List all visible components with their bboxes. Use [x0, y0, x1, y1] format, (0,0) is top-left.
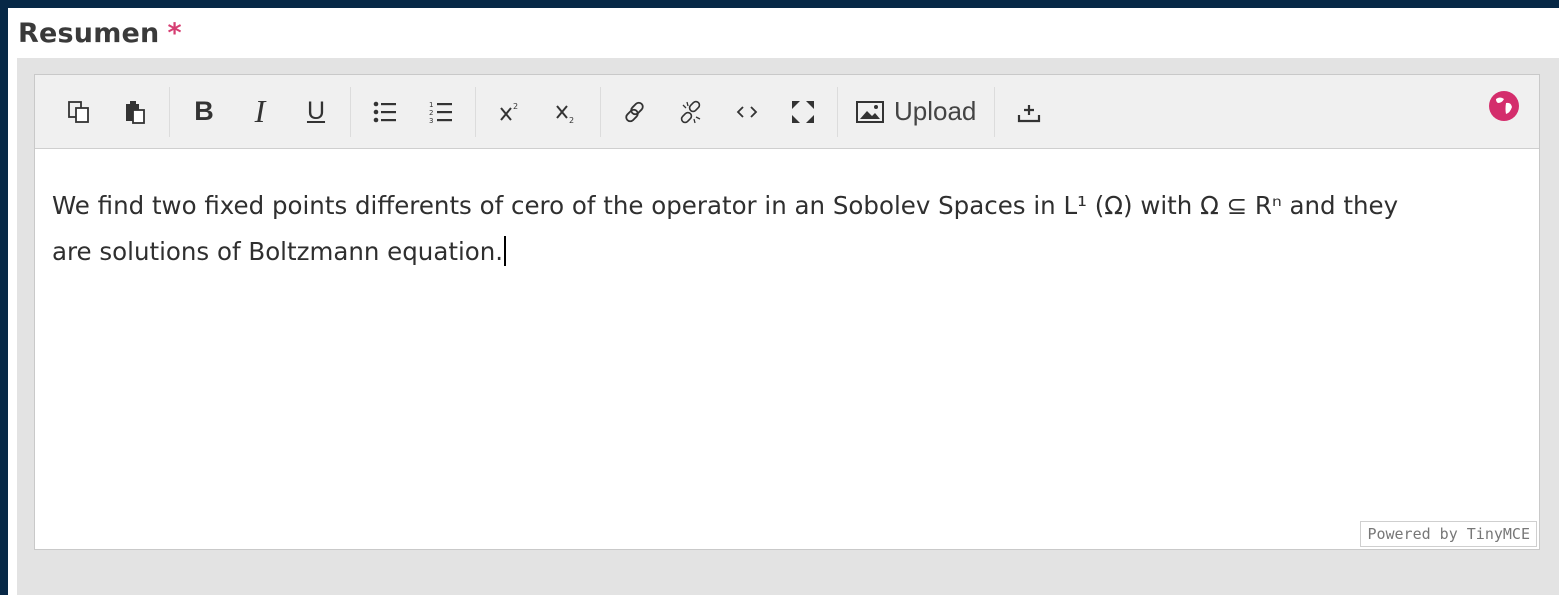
field-label-text: Resumen — [18, 18, 160, 49]
italic-icon: I — [254, 93, 266, 129]
text-caret — [504, 236, 507, 266]
bold-icon: B — [194, 96, 214, 126]
content-line-1: We find two fixed points differents of c… — [52, 191, 1399, 220]
svg-text:2: 2 — [429, 109, 433, 117]
code-icon — [736, 105, 758, 118]
powered-by-label[interactable]: Powered by TinyMCE — [1360, 521, 1537, 547]
list-group: 123 — [351, 86, 476, 137]
numbered-list-button[interactable]: 123 — [413, 89, 469, 135]
svg-text:3: 3 — [429, 117, 433, 125]
editor-content[interactable]: We find two fixed points differents of c… — [52, 183, 1509, 275]
underline-icon: U — [306, 97, 326, 125]
paste-icon — [126, 100, 145, 124]
svg-text:2: 2 — [569, 116, 574, 125]
rich-text-editor: B I U 123 2 2 Upload We find two fixed p… — [34, 74, 1540, 550]
editor-container: B I U 123 2 2 Upload We find two fixed p… — [17, 58, 1559, 595]
form-panel: Resumen * B I U 1 2 3 2 2 Upload We find… — [8, 8, 1559, 595]
code-button[interactable] — [719, 89, 775, 135]
subscript-button[interactable]: 2 — [538, 89, 594, 135]
unlink-icon — [680, 100, 701, 123]
copy-button[interactable] — [51, 89, 107, 135]
content-line-2: are solutions of Boltzmann equation. — [52, 229, 1509, 275]
format-group: B I U — [170, 86, 351, 137]
bold-button[interactable]: B — [176, 89, 232, 135]
superscript-icon: 2 — [500, 102, 518, 121]
content-line-2-text: are solutions of Boltzmann equation. — [52, 237, 504, 266]
paste-button[interactable] — [107, 89, 163, 135]
image-icon — [856, 100, 884, 123]
link-group — [601, 86, 838, 137]
bullet-list-button[interactable] — [357, 89, 413, 135]
svg-text:1: 1 — [429, 101, 433, 109]
fullscreen-button[interactable] — [775, 89, 831, 135]
link-icon — [625, 101, 644, 122]
insert-icon — [1018, 104, 1041, 122]
field-label: Resumen * — [18, 18, 182, 49]
insert-group — [995, 87, 1063, 137]
upload-button[interactable]: Upload — [844, 89, 988, 135]
upload-group: Upload — [838, 86, 996, 137]
link-button[interactable] — [607, 89, 663, 135]
italic-button[interactable]: I — [232, 89, 288, 135]
editor-toolbar: B I U 123 2 2 Upload — [35, 75, 1539, 149]
bullet-list-icon — [373, 101, 396, 122]
fullscreen-icon — [792, 100, 814, 123]
required-marker: * — [167, 18, 182, 49]
numbered-list-icon: 123 — [429, 101, 452, 125]
upload-label: Upload — [894, 96, 977, 126]
script-group: 2 2 — [476, 86, 601, 137]
unlink-button[interactable] — [663, 89, 719, 135]
svg-text:2: 2 — [513, 102, 518, 111]
insert-button[interactable] — [1001, 89, 1057, 135]
globe-icon[interactable] — [1487, 89, 1521, 123]
underline-button[interactable]: U — [288, 89, 344, 135]
subscript-icon: 2 — [556, 104, 574, 125]
clipboard-group — [45, 86, 170, 137]
copy-icon — [68, 100, 89, 123]
superscript-button[interactable]: 2 — [482, 89, 538, 135]
